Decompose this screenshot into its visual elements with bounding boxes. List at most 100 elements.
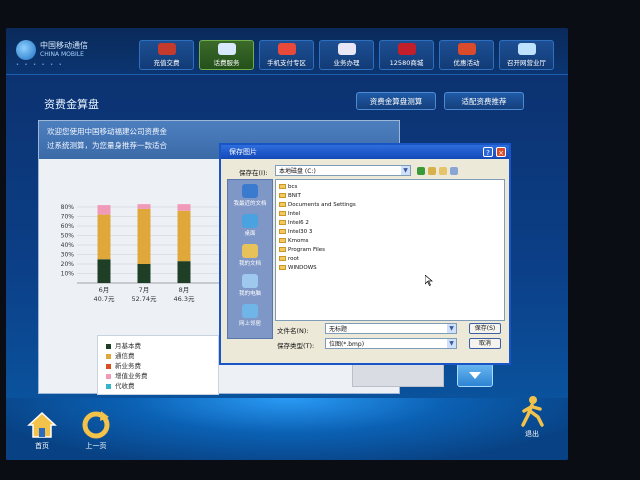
phone-icon: [217, 43, 236, 55]
y-tick-label: 60%: [61, 223, 75, 230]
bar-segment: [137, 264, 151, 283]
cancel-button[interactable]: 取消: [469, 338, 501, 349]
page-title: 资费金算盘: [44, 98, 99, 111]
chevron-down-icon: ▼: [401, 166, 410, 175]
nav-12580-shop[interactable]: 12580商城: [379, 40, 434, 70]
nav-billing-service[interactable]: 话费服务: [199, 40, 254, 70]
top-nav-bar: 中国移动通信 CHINA MOBILE • • • • • • 充值交费 话费服…: [6, 28, 568, 75]
save-in-label: 保存在(I):: [239, 169, 268, 177]
list-item[interactable]: WINDOWS: [279, 264, 317, 272]
list-item[interactable]: Kmoms: [279, 237, 309, 245]
nav-mobile-pay[interactable]: 手机支付专区: [259, 40, 314, 70]
y-tick-label: 20%: [61, 261, 75, 268]
filetype-label: 保存类型(T):: [277, 342, 315, 350]
gift-icon: [157, 43, 176, 55]
walking-person-icon: [521, 396, 544, 427]
list-item[interactable]: Program Files: [279, 246, 325, 254]
nav-recharge[interactable]: 充值交费: [139, 40, 194, 70]
legend-label: 通信费: [115, 352, 135, 360]
legend-item: 月基本费: [106, 340, 141, 350]
list-item[interactable]: bcs: [279, 183, 297, 191]
shop-icon: [397, 43, 416, 55]
monitor-icon: [517, 43, 536, 55]
legend-swatch: [106, 343, 111, 349]
recent-docs-icon: [242, 184, 258, 198]
up-folder-icon[interactable]: [428, 167, 436, 175]
chevron-down-icon: ▼: [447, 324, 456, 333]
network-icon: [242, 304, 258, 318]
chart-legend: 月基本费通信费 新业务费 增值业务费代收费: [97, 335, 219, 395]
place-network[interactable]: 网上邻居: [228, 304, 272, 327]
list-item[interactable]: Intel: [279, 210, 300, 218]
legend-item: 通信费: [106, 350, 135, 360]
legend-label: 代收费: [115, 382, 135, 390]
y-tick-label: 70%: [61, 214, 75, 221]
billing-stacked-bar-chart: 10% 20% 30% 40% 50% 60% 70% 80% 6月40.7元 7月52.74元 8…: [61, 204, 229, 303]
y-tick-label: 30%: [61, 252, 75, 259]
list-item[interactable]: Documents and Settings: [279, 201, 356, 209]
place-my-computer[interactable]: 我的电脑: [228, 274, 272, 297]
nav-business[interactable]: 业务办理: [319, 40, 374, 70]
x-tick-label: 6月: [99, 286, 110, 294]
place-label: 我的电脑: [238, 291, 261, 297]
save-button[interactable]: 保存(S): [469, 323, 501, 334]
promo-icon: [457, 43, 476, 55]
legend-swatch: [106, 353, 111, 359]
recommend-button[interactable]: 适配资费推荐: [444, 92, 524, 110]
list-item[interactable]: Intel30 3: [279, 228, 312, 236]
calc-button[interactable]: 资费金算盘测算: [356, 92, 436, 110]
folder-icon: [279, 229, 286, 234]
place-label: 我的文档: [238, 261, 261, 267]
my-documents-icon: [242, 244, 258, 258]
folder-icon: [279, 184, 286, 189]
nav-label: 业务办理: [333, 59, 360, 67]
home-button[interactable]: 首页: [24, 411, 60, 451]
save-in-dropdown[interactable]: 本地磁盘 (C:) ▼: [275, 165, 411, 176]
exit-button[interactable]: 退出: [514, 395, 550, 439]
home-label: 首页: [35, 442, 49, 450]
scroll-down-button[interactable]: [457, 363, 493, 387]
file-list: bcs BNIT Documents and Settings Intel In…: [275, 179, 505, 321]
filetype-value: 位图(*.bmp): [329, 341, 365, 348]
dialog-titlebar: 保存图片: [221, 145, 509, 159]
folder-icon: [279, 202, 286, 207]
nav-online-hall[interactable]: 召开网营业厅: [499, 40, 554, 70]
folder-icon: [279, 220, 286, 225]
pay-icon: [277, 43, 296, 55]
folder-icon: [279, 256, 286, 261]
list-item[interactable]: root: [279, 255, 299, 263]
nav-label: 手机支付专区: [267, 59, 306, 67]
filename-value: 无标题: [329, 326, 348, 333]
bar-segment: [177, 210, 191, 262]
place-recent[interactable]: 我最近的文档: [228, 184, 272, 207]
logo-dots: • • • • • •: [16, 62, 64, 68]
chevron-down-icon: ▼: [447, 339, 456, 348]
nav-promotions[interactable]: 优惠活动: [439, 40, 494, 70]
close-button[interactable]: ×: [496, 147, 506, 157]
places-bar: 我最近的文档 桌面 我的文档 我的电脑 网上邻居: [227, 179, 273, 339]
dialog-title: 保存图片: [229, 148, 257, 156]
new-folder-icon[interactable]: [439, 167, 447, 175]
filename-input[interactable]: 无标题 ▼: [325, 323, 457, 334]
desktop-icon: [242, 214, 258, 228]
list-item[interactable]: BNIT: [279, 192, 301, 200]
back-button[interactable]: 上一页: [76, 411, 116, 451]
y-tick-label: 80%: [61, 204, 75, 211]
legend-label: 月基本费: [115, 342, 141, 350]
place-my-documents[interactable]: 我的文档: [228, 244, 272, 267]
view-menu-icon[interactable]: [450, 167, 458, 175]
legend-item: 代收费: [106, 380, 135, 390]
legend-item: 增值业务费: [106, 370, 148, 380]
x-tick-label: 8月: [179, 286, 190, 294]
place-desktop[interactable]: 桌面: [228, 214, 272, 237]
place-label: 我最近的文档: [233, 201, 267, 207]
back-folder-icon[interactable]: [417, 167, 425, 175]
filetype-select[interactable]: 位图(*.bmp) ▼: [325, 338, 457, 349]
folder-icon: [279, 265, 286, 270]
list-item[interactable]: Intel6 2: [279, 219, 309, 227]
help-button[interactable]: ?: [483, 147, 493, 157]
bar-segment: [97, 259, 111, 283]
y-tick-label: 40%: [61, 242, 75, 249]
legend-item: 新业务费: [106, 360, 141, 370]
place-label: 网上邻居: [238, 321, 261, 327]
